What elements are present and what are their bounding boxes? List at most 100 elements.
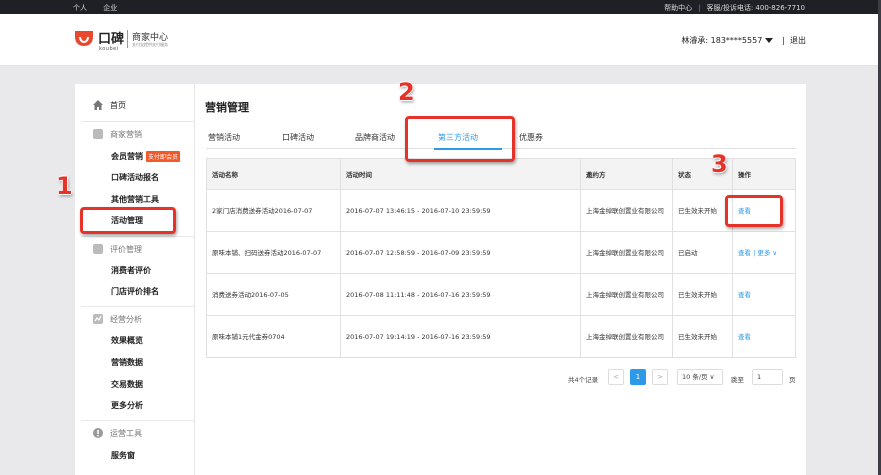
sidebar-group-ops-tools[interactable]: 运营工具: [93, 428, 142, 439]
table-row: 消费送券活动2016-07-05 2016-07-08 11:11:48 - 2…: [206, 273, 796, 316]
cell-status: 已生效未开始: [672, 273, 733, 316]
chart-icon: [93, 314, 103, 324]
page-1-button[interactable]: 1: [630, 369, 646, 385]
jump-page-input[interactable]: 1: [752, 369, 783, 385]
cell-inviter: 上海金绰联创置业有限公司: [580, 231, 673, 274]
cell-time: 2016-07-07 19:14:19 - 2016-07-16 23:59:5…: [340, 315, 581, 358]
view-link[interactable]: 查看: [738, 249, 751, 257]
cell-action: 查看: [732, 315, 796, 358]
more-dropdown[interactable]: | 更多 ∨: [753, 249, 777, 257]
cell-time: 2016-07-08 11:11:48 - 2016-07-16 23:59:5…: [340, 273, 581, 316]
hotline-text: 客服/投诉电话: 400-826-7710: [706, 4, 805, 12]
sidebar-item-member-marketing[interactable]: 会员营销 支付即会员: [111, 151, 181, 162]
user-account-menu[interactable]: 林濬承: 183****5557: [681, 36, 762, 45]
user-area: 林濬承: 183****5557 | 退出: [681, 36, 806, 45]
table-header-row: 活动名称 活动时间 邀约方 状态 操作: [206, 158, 796, 190]
sidebar-divider: [81, 306, 195, 307]
sidebar-group-reviews[interactable]: 评价管理: [93, 244, 142, 255]
column-header-time: 活动时间: [340, 158, 581, 190]
highlight-box-activity-management: [80, 207, 176, 234]
tab-koubei-activity[interactable]: 口碑活动: [282, 132, 314, 143]
logo-brand: 口碑: [98, 32, 125, 47]
page-size-select[interactable]: 10 条/页 ∨: [677, 369, 723, 385]
logo-divider: [127, 30, 128, 48]
personal-link[interactable]: 个人: [73, 4, 87, 12]
cell-name: 2家门店消费送券活动2016-07-07: [206, 189, 341, 232]
sidebar-divider: [81, 420, 195, 421]
tab-coupons[interactable]: 优惠券: [519, 132, 543, 143]
cell-inviter: 上海金绰联创置业有限公司: [580, 315, 673, 358]
record-count: 共4个记录: [568, 376, 599, 384]
pay-member-badge: 支付即会员: [146, 151, 181, 162]
cell-status: 已生效未开始: [672, 189, 733, 232]
cell-status: 已生效未开始: [672, 315, 733, 358]
sidebar-item-store-ranking[interactable]: 门店评价排名: [111, 286, 159, 297]
marketing-icon: [93, 129, 103, 139]
cell-inviter: 上海金绰联创置业有限公司: [580, 273, 673, 316]
cell-name: 原味本铺1元代金券0704: [206, 315, 341, 358]
koubei-logo[interactable]: 口碑 koubei 商家中心 支付宝提供支付服务: [74, 27, 194, 55]
highlight-box-third-party-tab: [405, 116, 515, 162]
sidebar-group-label: 运营工具: [110, 429, 142, 438]
review-icon: [93, 244, 103, 254]
cell-time: 2016-07-07 12:58:59 - 2016-07-09 23:59:5…: [340, 231, 581, 274]
highlight-box-view-link: [725, 195, 783, 227]
column-header-name: 活动名称: [206, 158, 341, 190]
annotation-number-2: 2: [398, 78, 415, 106]
sidebar-divider: [81, 236, 195, 237]
top-bar: 个人 企业 帮助中心 | 客服/投诉电话: 400-826-7710: [0, 0, 881, 14]
activity-table: 活动名称 活动时间 邀约方 状态 操作 2家门店消费送券活动2016-07-07…: [206, 158, 796, 358]
next-page-button[interactable]: >: [652, 369, 668, 385]
sidebar-item-marketing-data[interactable]: 营销数据: [111, 357, 143, 368]
logo-center-sub: 支付宝提供支付服务: [132, 42, 168, 47]
view-link[interactable]: 查看: [738, 291, 751, 299]
sidebar-item-service-window[interactable]: 服务窗: [111, 450, 135, 461]
cell-name: 消费送券活动2016-07-05: [206, 273, 341, 316]
sidebar-group-marketing[interactable]: 商家营销: [93, 129, 142, 140]
cell-name: 原味本铺、扫码送券活动2016-07-07: [206, 231, 341, 274]
sidebar-item-home[interactable]: 首页: [93, 100, 126, 111]
header: 口碑 koubei 商家中心 支付宝提供支付服务 林濬承: 183****555…: [0, 14, 881, 66]
logo-brand-sub: koubei: [99, 46, 119, 52]
prev-page-button[interactable]: <: [608, 369, 624, 385]
sidebar-item-transaction-data[interactable]: 交易数据: [111, 379, 143, 390]
column-header-action: 操作: [732, 158, 796, 190]
sidebar-item-more-analysis[interactable]: 更多分析: [111, 400, 143, 411]
sidebar-item-overview[interactable]: 效果概览: [111, 335, 143, 346]
help-center-link[interactable]: 帮助中心: [664, 4, 692, 12]
tab-marketing-activity[interactable]: 营销活动: [208, 132, 240, 143]
home-icon: [93, 100, 103, 110]
cell-action: 查看 | 更多 ∨: [732, 231, 796, 274]
table-row: 原味本铺、扫码送券活动2016-07-07 2016-07-07 12:58:5…: [206, 231, 796, 274]
sidebar-item-koubei-signup[interactable]: 口碑活动报名: [111, 172, 159, 183]
view-link[interactable]: 查看: [738, 333, 751, 341]
column-header-inviter: 邀约方: [580, 158, 673, 190]
cell-action: 查看: [732, 273, 796, 316]
annotation-number-1: 1: [56, 172, 73, 200]
annotation-number-3: 3: [711, 150, 728, 178]
sidebar-group-label: 评价管理: [110, 245, 142, 254]
sidebar-divider: [81, 121, 195, 122]
page-title: 营销管理: [205, 101, 249, 114]
tab-brand-activity[interactable]: 品牌商活动: [355, 132, 395, 143]
pagination: 共4个记录 < 1 > 10 条/页 ∨ 跳至 1 页: [196, 368, 806, 386]
sidebar: 首页 商家营销 会员营销 支付即会员 口碑活动报名 其他营销工具 活动管理 评价管…: [75, 84, 195, 475]
cell-status: 已启动: [672, 231, 733, 274]
sidebar-item-consumer-reviews[interactable]: 消费者评价: [111, 265, 151, 276]
sidebar-group-analytics[interactable]: 经营分析: [93, 314, 142, 325]
cell-time: 2016-07-07 13:46:15 - 2016-07-10 23:59:5…: [340, 189, 581, 232]
sidebar-group-label: 商家营销: [110, 130, 142, 139]
table-row: 2家门店消费送券活动2016-07-07 2016-07-07 13:46:15…: [206, 189, 796, 232]
enterprise-link[interactable]: 企业: [103, 4, 117, 12]
caret-down-icon[interactable]: [765, 38, 774, 43]
table-row: 原味本铺1元代金券0704 2016-07-07 19:14:19 - 2016…: [206, 315, 796, 358]
koubei-logo-icon: [75, 31, 93, 46]
sidebar-group-label: 经营分析: [110, 315, 142, 324]
sidebar-item-other-tools[interactable]: 其他营销工具: [111, 194, 159, 205]
sidebar-home-label: 首页: [110, 101, 126, 110]
tools-icon: [93, 428, 103, 438]
jump-label: 跳至: [731, 376, 744, 384]
page-unit-label: 页: [789, 376, 796, 384]
logout-link[interactable]: 退出: [790, 36, 806, 45]
sidebar-item-label: 会员营销: [111, 152, 143, 161]
